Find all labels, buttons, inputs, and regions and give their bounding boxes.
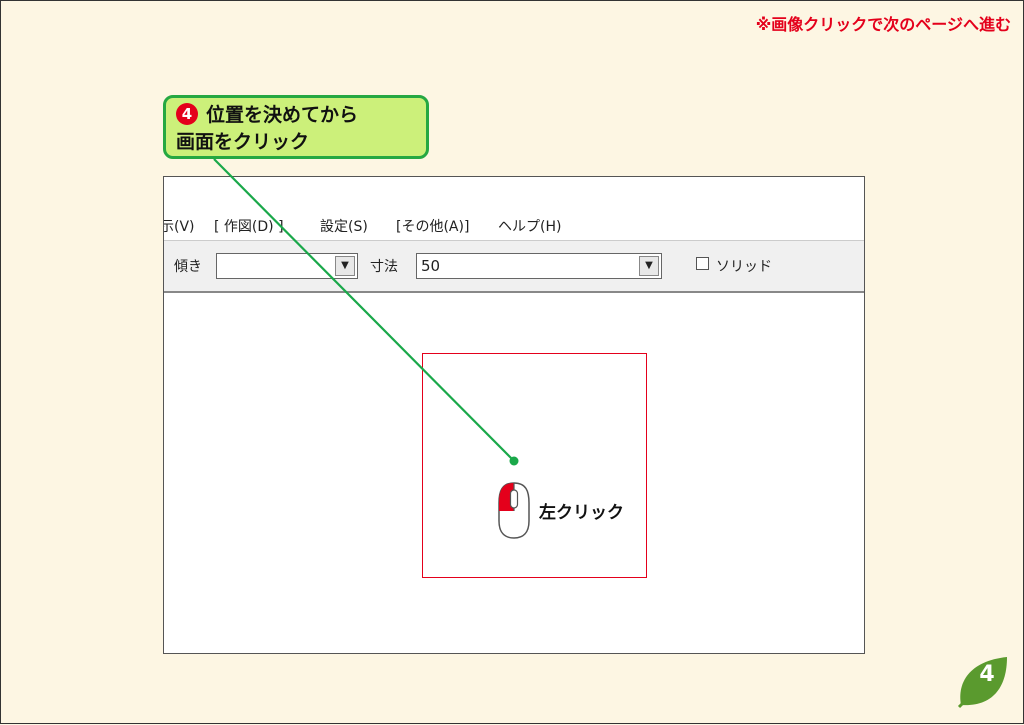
page-frame[interactable]: ※画像クリックで次のページへ進む 示(V) [ 作図(D) ] 設定(S) [そ… xyxy=(0,0,1024,724)
page-number: 4 xyxy=(979,662,995,687)
instruction-callout: 4 位置を決めてから 画面をクリック xyxy=(163,95,429,159)
leader-line xyxy=(213,158,519,466)
callout-line-2: 画面をクリック xyxy=(176,131,310,153)
step-number-badge: 4 xyxy=(176,103,198,125)
callout-line-1: 位置を決めてから xyxy=(206,104,359,126)
